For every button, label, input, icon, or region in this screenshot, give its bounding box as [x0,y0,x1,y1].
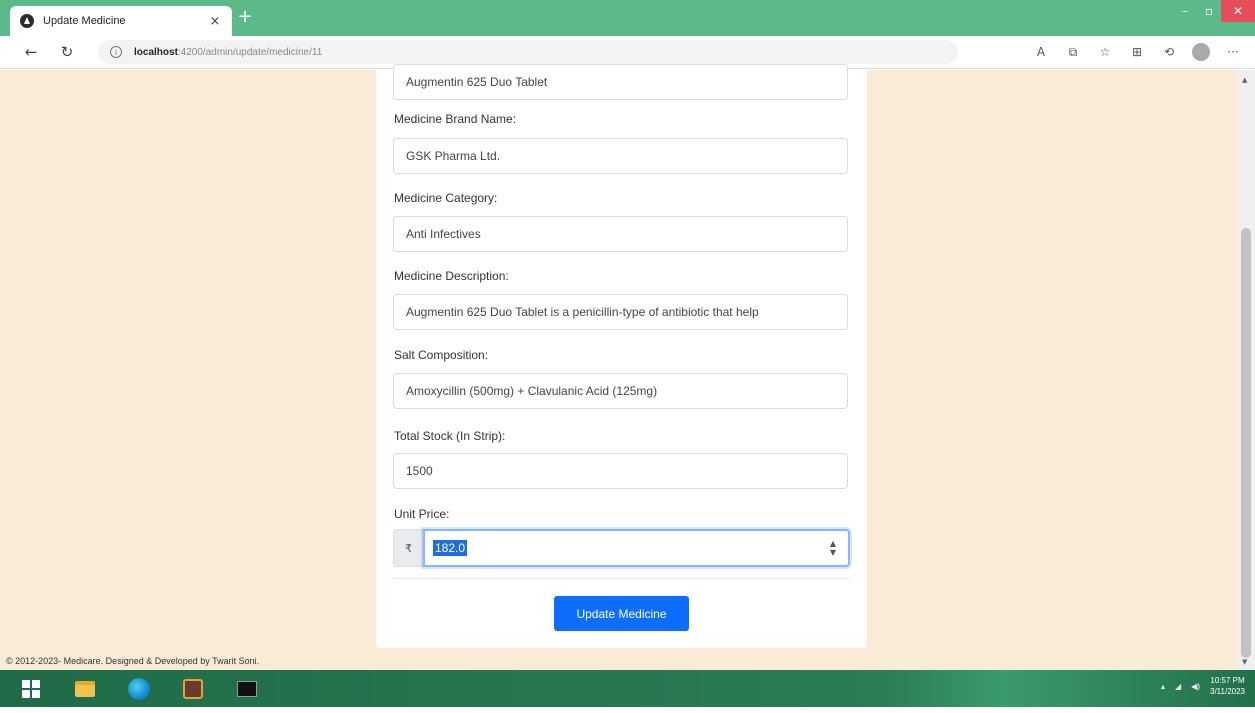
browser-titlebar: Update Medicine × + – ▫ ✕ [0,0,1255,36]
system-tray: ▴ ◢ ◀) 10:57 PM 3/11/2023 [1161,675,1245,697]
screen-bottom-edge [0,707,1255,713]
clock-date: 3/11/2023 [1210,687,1245,696]
minimize-button[interactable]: – [1173,0,1197,22]
edge-icon [128,677,150,700]
unit-price-label: Unit Price: [394,507,450,521]
total-stock-label: Total Stock (In Strip): [394,429,506,443]
scroll-down-arrow-icon[interactable]: ▼ [1242,658,1247,666]
total-stock-field[interactable]: 1500 [393,453,848,489]
app-button[interactable] [170,673,216,705]
rupee-symbol: ₹ [393,529,423,567]
refresh-icon[interactable]: ↻ [54,39,80,65]
url-host: localhost [134,46,178,58]
medicine-name-field[interactable]: Augmentin 625 Duo Tablet [393,64,848,100]
close-window-button[interactable]: ✕ [1221,0,1255,22]
page-body: Augmentin 625 Duo Tablet Medicine Brand … [0,64,1238,670]
unit-price-value: 182.0 [433,540,468,556]
app-available-icon[interactable]: ⧉ [1063,42,1083,62]
clock-time: 10:57 PM [1210,676,1245,685]
update-medicine-form: Augmentin 625 Duo Tablet Medicine Brand … [376,64,867,648]
unit-price-field[interactable]: 182.0 ▲ ▼ [423,529,850,567]
edge-browser-button[interactable] [116,673,162,705]
read-aloud-icon[interactable]: A [1031,42,1051,62]
back-arrow-icon[interactable]: ← [18,39,44,65]
salt-composition-field[interactable]: Amoxycillin (500mg) + Clavulanic Acid (1… [393,373,848,409]
category-field[interactable]: Anti Infectives [393,216,848,252]
tray-expand-icon[interactable]: ▴ [1161,682,1165,691]
scroll-thumb[interactable] [1241,228,1251,658]
app-icon [183,678,203,699]
category-label: Medicine Category: [394,191,498,205]
browser-toolbar-icons: A ⧉ ☆ ⊞ ⟲ ··· [1031,42,1243,62]
volume-icon[interactable]: ◀) [1191,682,1200,691]
url-path: :4200/admin/update/medicine/11 [177,46,323,58]
number-spinner-icon[interactable]: ▲ ▼ [828,539,838,557]
footer-copyright: © 2012-2023- Medicare. Designed & Develo… [6,656,260,666]
form-divider [393,578,850,579]
file-explorer-button[interactable] [62,673,108,705]
start-button[interactable] [8,673,54,705]
angular-favicon-icon [20,14,34,28]
history-icon[interactable]: ⟲ [1159,42,1179,62]
tab-title: Update Medicine [43,15,126,27]
unit-price-group: ₹ 182.0 ▲ ▼ [393,529,850,567]
windows-logo-icon [22,679,40,698]
new-tab-button[interactable]: + [236,8,254,26]
favorites-star-icon[interactable]: ☆ [1095,42,1115,62]
description-label: Medicine Description: [394,269,509,283]
terminal-button[interactable] [224,673,270,705]
clock[interactable]: 10:57 PM 3/11/2023 [1210,675,1245,697]
page-scrollbar[interactable]: ▲ ▼ [1238,70,1255,670]
salt-composition-label: Salt Composition: [394,348,489,362]
window-controls: – ▫ ✕ [1173,0,1255,24]
site-info-icon[interactable]: i [110,46,122,58]
profile-avatar-icon[interactable] [1191,42,1211,62]
windows-taskbar: ▴ ◢ ◀) 10:57 PM 3/11/2023 [0,670,1255,707]
tab-close-icon[interactable]: × [208,14,222,29]
more-menu-icon[interactable]: ··· [1223,42,1243,62]
network-icon[interactable]: ◢ [1175,682,1181,691]
terminal-icon [237,680,257,697]
maximize-button[interactable]: ▫ [1197,0,1221,22]
url-bar[interactable]: i localhost :4200/admin/update/medicine/… [98,40,958,64]
update-medicine-button[interactable]: Update Medicine [554,596,689,631]
brand-name-field[interactable]: GSK Pharma Ltd. [393,138,848,174]
collections-icon[interactable]: ⊞ [1127,42,1147,62]
scroll-up-arrow-icon[interactable]: ▲ [1242,76,1247,84]
browser-tab[interactable]: Update Medicine × [10,6,232,36]
brand-name-label: Medicine Brand Name: [394,112,517,126]
folder-icon [75,680,95,697]
description-field[interactable]: Augmentin 625 Duo Tablet is a penicillin… [393,294,848,330]
